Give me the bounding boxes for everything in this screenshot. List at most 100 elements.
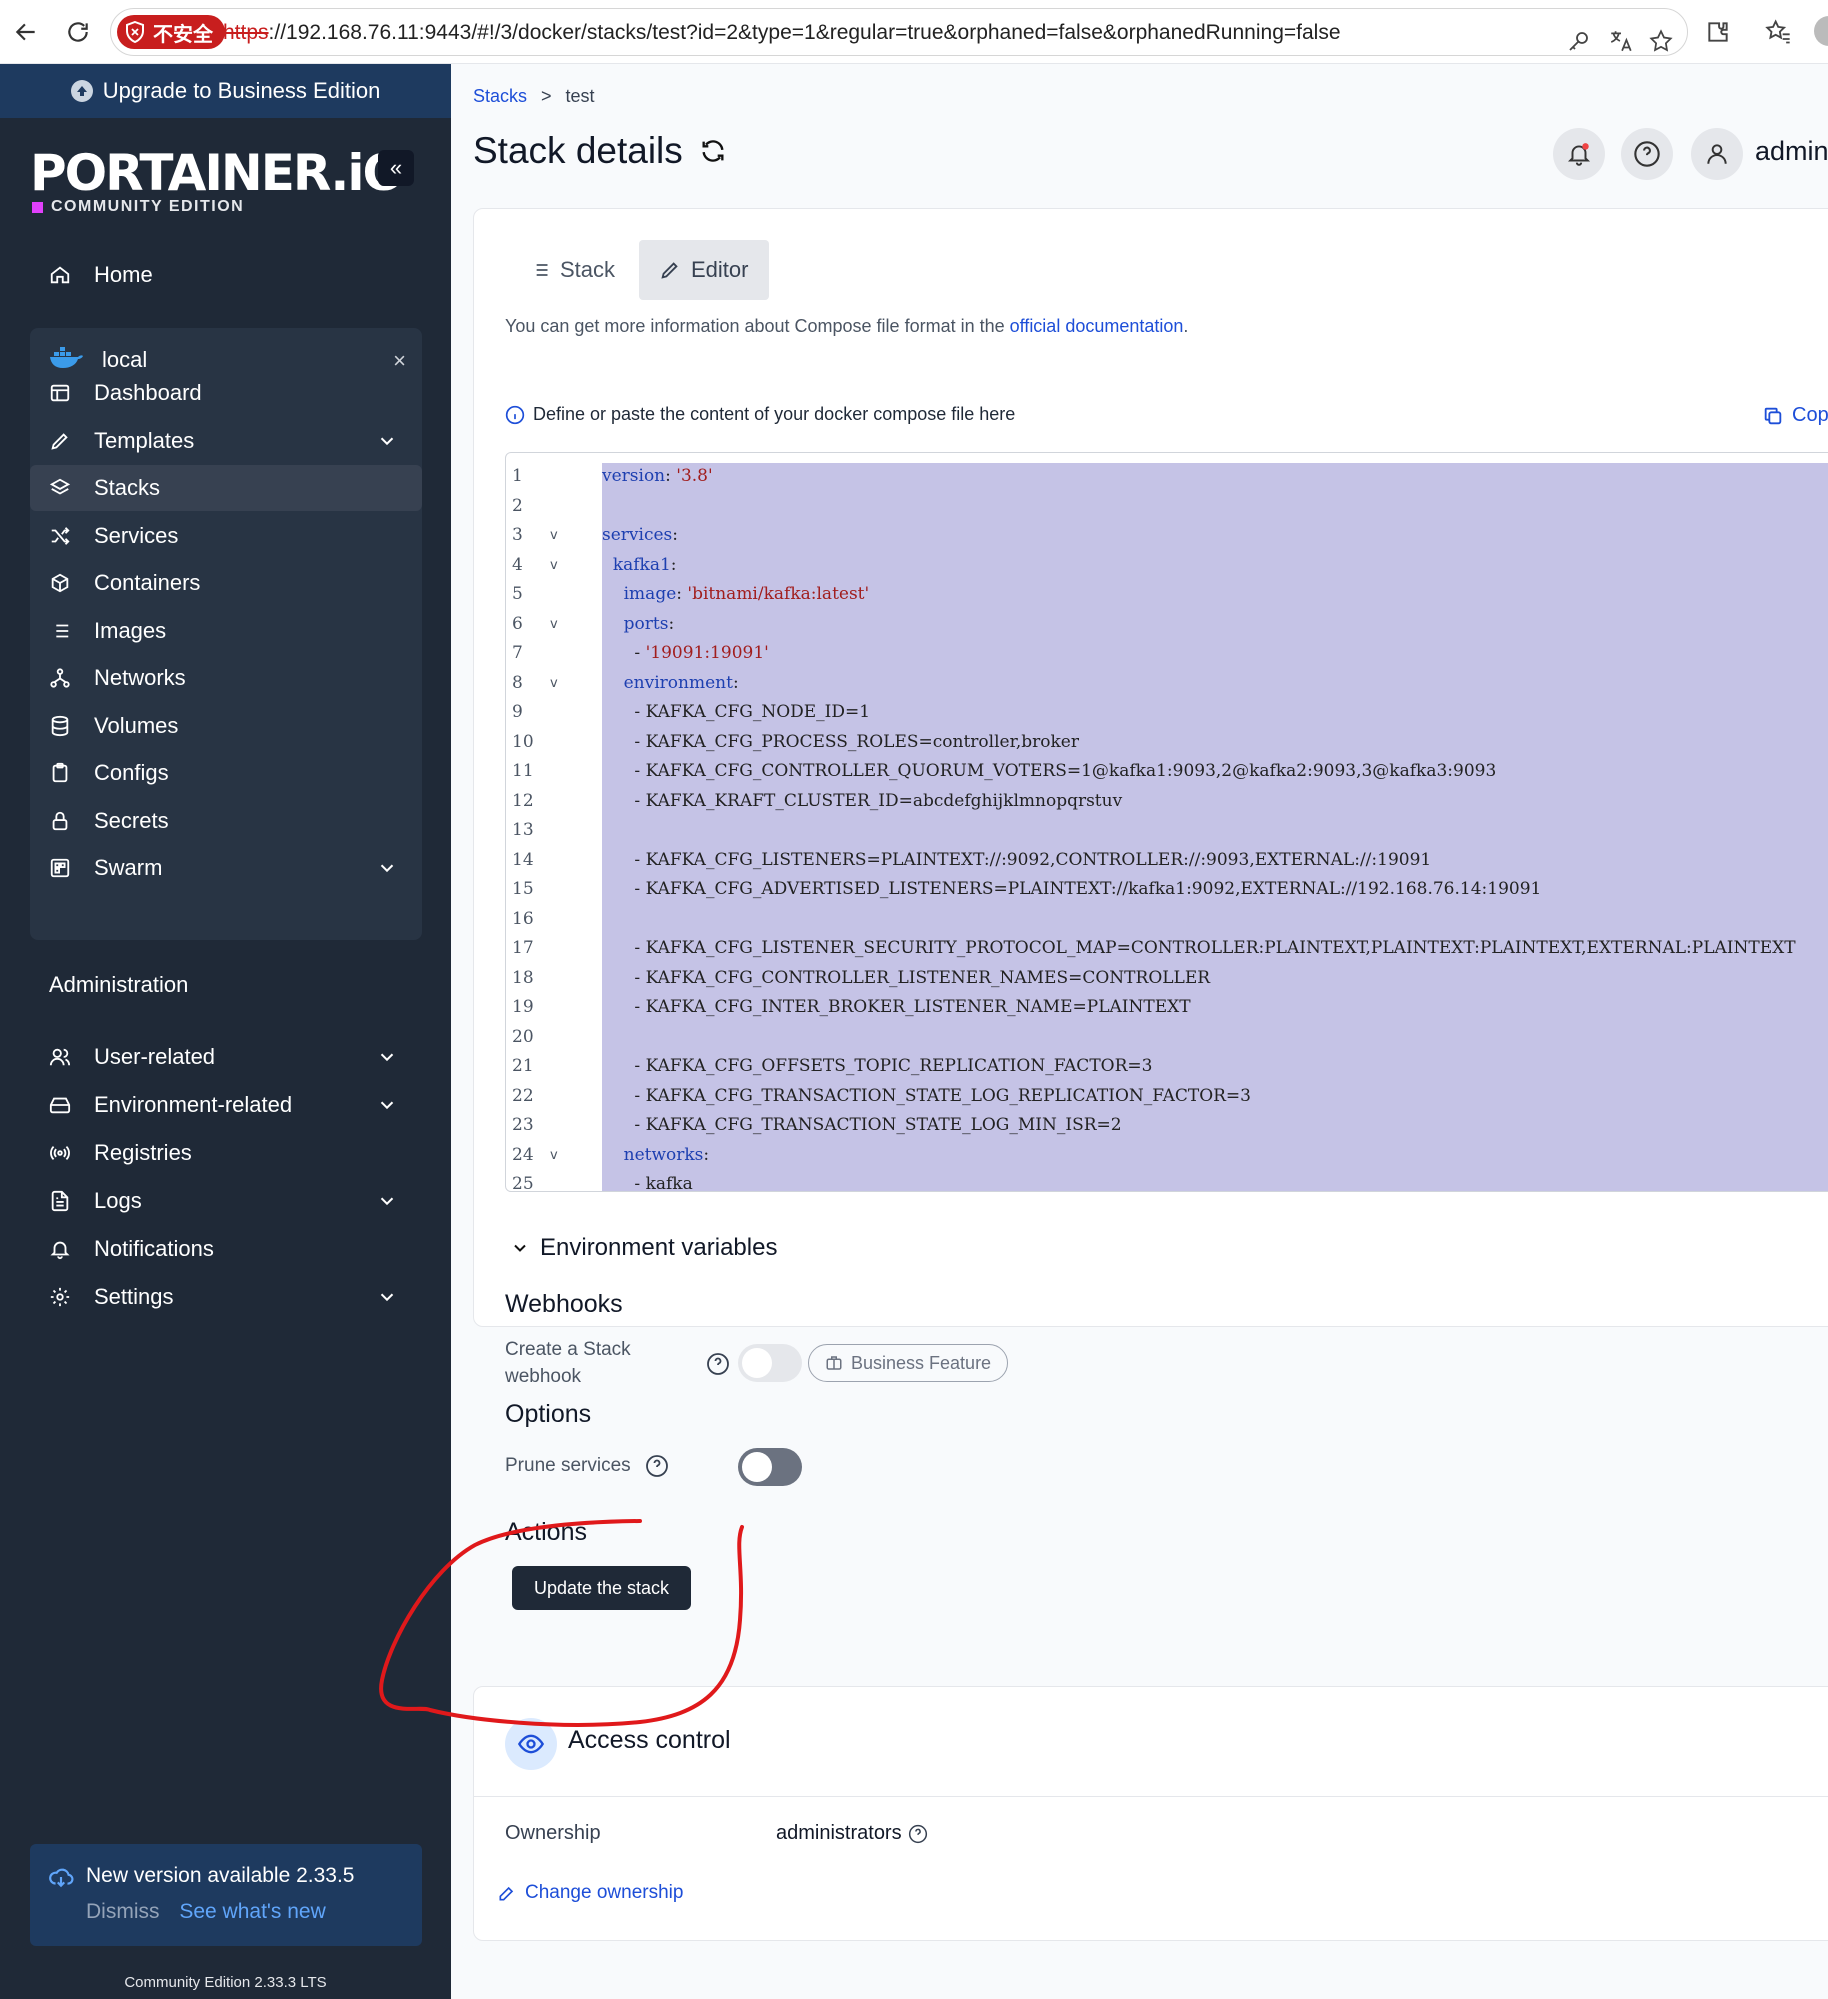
code-line[interactable]: 13 bbox=[506, 817, 1828, 846]
official-documentation-link[interactable]: official documentation bbox=[1010, 316, 1184, 336]
fold-chevron-icon[interactable]: v bbox=[550, 676, 558, 691]
sidebar-item-stacks[interactable]: Stacks bbox=[30, 465, 422, 511]
portainer-logo[interactable]: PORTAINER.iO bbox=[30, 144, 405, 202]
code-line[interactable]: 14 - KAFKA_CFG_LISTENERS=PLAINTEXT://:90… bbox=[506, 847, 1828, 876]
sidebar-item-dashboard[interactable]: Dashboard bbox=[30, 370, 422, 416]
ownership-label: Ownership bbox=[505, 1822, 601, 1844]
translate-icon[interactable] bbox=[1601, 21, 1641, 61]
code-line[interactable]: 15 - KAFKA_CFG_ADVERTISED_LISTENERS=PLAI… bbox=[506, 876, 1828, 905]
define-compose-hint: Define or paste the content of your dock… bbox=[505, 404, 1015, 425]
sidebar-item-templates[interactable]: Templates bbox=[30, 418, 422, 464]
code-line[interactable]: 6 v ports: bbox=[506, 611, 1828, 640]
code-line[interactable]: 23 - KAFKA_CFG_TRANSACTION_STATE_LOG_MIN… bbox=[506, 1112, 1828, 1141]
info-icon bbox=[505, 405, 525, 424]
help-button[interactable] bbox=[1621, 128, 1673, 180]
tab-stack[interactable]: Stack bbox=[510, 240, 635, 300]
fold-chevron-icon[interactable]: v bbox=[550, 617, 558, 632]
sidebar-item-environment-related[interactable]: Environment-related bbox=[30, 1082, 422, 1128]
sidebar-item-secrets[interactable]: Secrets bbox=[30, 798, 422, 844]
url-text[interactable]: https://192.168.76.11:9443/#!/3/docker/s… bbox=[223, 21, 1341, 45]
code-line[interactable]: 9 - KAFKA_CFG_NODE_ID=1 bbox=[506, 699, 1828, 728]
environment-variables-toggle[interactable]: Environment variables bbox=[510, 1234, 777, 1262]
sidebar-item-label: Stacks bbox=[94, 475, 161, 500]
sidebar-item-registries[interactable]: Registries bbox=[30, 1130, 422, 1176]
code-line[interactable]: 5 image: 'bitnami/kafka:latest' bbox=[506, 581, 1828, 610]
code-indent: - bbox=[602, 938, 646, 958]
chevron-down-icon[interactable] bbox=[376, 430, 398, 452]
chevron-down-icon[interactable] bbox=[376, 1046, 398, 1068]
sidebar-item-logs[interactable]: Logs bbox=[30, 1178, 422, 1224]
help-circle-icon[interactable] bbox=[908, 1824, 928, 1844]
whats-new-link[interactable]: See what's new bbox=[179, 1900, 325, 1923]
key-icon[interactable] bbox=[1559, 21, 1599, 61]
compose-editor[interactable]: 1 version: '3.8' 2 3 v services: 4 v kafka1: 5 i… bbox=[505, 452, 1828, 1192]
profile-avatar[interactable] bbox=[1814, 16, 1828, 46]
bookmark-star-icon[interactable] bbox=[1641, 21, 1681, 61]
code-line[interactable]: 16 bbox=[506, 906, 1828, 935]
insecure-badge[interactable]: 不安全 bbox=[117, 15, 225, 49]
change-ownership-link[interactable]: Change ownership bbox=[497, 1882, 683, 1904]
sidebar-item-networks[interactable]: Networks bbox=[30, 655, 422, 701]
extensions-icon[interactable] bbox=[1698, 12, 1738, 52]
code-line[interactable]: 18 - KAFKA_CFG_CONTROLLER_LISTENER_NAMES… bbox=[506, 965, 1828, 994]
sidebar-item-settings[interactable]: Settings bbox=[30, 1274, 422, 1320]
code-text: - KAFKA_CFG_PROCESS_ROLES=controller,bro… bbox=[602, 732, 1079, 752]
user-name[interactable]: admin bbox=[1755, 136, 1828, 167]
sidebar-item-home[interactable]: Home bbox=[30, 252, 422, 298]
business-feature-badge[interactable]: Business Feature bbox=[808, 1344, 1009, 1382]
back-icon[interactable] bbox=[6, 12, 46, 52]
code-line[interactable]: 10 - KAFKA_CFG_PROCESS_ROLES=controller,… bbox=[506, 729, 1828, 758]
code-line[interactable]: 8 v environment: bbox=[506, 670, 1828, 699]
favorites-icon[interactable] bbox=[1758, 12, 1798, 52]
code-line[interactable]: 17 - KAFKA_CFG_LISTENER_SECURITY_PROTOCO… bbox=[506, 935, 1828, 964]
sidebar-item-images[interactable]: Images bbox=[30, 608, 422, 654]
line-number: 18 bbox=[512, 967, 534, 988]
breadcrumb-stacks-link[interactable]: Stacks bbox=[473, 86, 527, 107]
tab-editor[interactable]: Editor bbox=[639, 240, 769, 300]
webhook-label: Create a Stack webhook bbox=[505, 1336, 631, 1390]
sidebar-item-services[interactable]: Services bbox=[30, 513, 422, 559]
copy-button[interactable]: Cop bbox=[1762, 404, 1828, 427]
sidebar-item-configs[interactable]: Configs bbox=[30, 750, 422, 796]
code-line[interactable]: 7 - '19091:19091' bbox=[506, 640, 1828, 669]
code-line[interactable]: 24 v networks: bbox=[506, 1142, 1828, 1171]
sidebar-item-user-related[interactable]: User-related bbox=[30, 1034, 422, 1080]
code-line[interactable]: 2 bbox=[506, 493, 1828, 522]
code-line[interactable]: 12 - KAFKA_KRAFT_CLUSTER_ID=abcdefghijkl… bbox=[506, 788, 1828, 817]
sidebar-item-volumes[interactable]: Volumes bbox=[30, 703, 422, 749]
code-line[interactable]: 11 - KAFKA_CFG_CONTROLLER_QUORUM_VOTERS=… bbox=[506, 758, 1828, 787]
update-stack-button[interactable]: Update the stack bbox=[512, 1566, 691, 1610]
code-sep: : bbox=[672, 525, 678, 545]
chevron-down-icon[interactable] bbox=[376, 1094, 398, 1116]
code-line[interactable]: 25 - kafka bbox=[506, 1171, 1828, 1191]
address-bar[interactable]: 不安全 https://192.168.76.11:9443/#!/3/dock… bbox=[110, 8, 1688, 56]
upgrade-label: Upgrade to Business Edition bbox=[102, 78, 381, 103]
notifications-button[interactable] bbox=[1553, 128, 1605, 180]
sidebar-item-swarm[interactable]: Swarm bbox=[30, 845, 422, 891]
reload-icon[interactable] bbox=[58, 12, 98, 52]
code-line[interactable]: 21 - KAFKA_CFG_OFFSETS_TOPIC_REPLICATION… bbox=[506, 1053, 1828, 1082]
user-menu-button[interactable] bbox=[1691, 128, 1743, 180]
dismiss-link[interactable]: Dismiss bbox=[86, 1900, 160, 1923]
code-line[interactable]: 20 bbox=[506, 1024, 1828, 1053]
collapse-sidebar-button[interactable]: « bbox=[378, 150, 414, 186]
chevron-down-icon[interactable] bbox=[376, 857, 398, 879]
code-line[interactable]: 1 version: '3.8' bbox=[506, 463, 1828, 492]
code-line[interactable]: 22 - KAFKA_CFG_TRANSACTION_STATE_LOG_REP… bbox=[506, 1083, 1828, 1112]
code-line[interactable]: 3 v services: bbox=[506, 522, 1828, 551]
stack-webhook-toggle[interactable] bbox=[738, 1344, 802, 1382]
chevron-down-icon[interactable] bbox=[376, 1286, 398, 1308]
fold-chevron-icon[interactable]: v bbox=[550, 558, 558, 573]
sidebar-item-containers[interactable]: Containers bbox=[30, 560, 422, 606]
help-circle-icon[interactable] bbox=[645, 1454, 669, 1478]
prune-services-toggle[interactable] bbox=[738, 1448, 802, 1486]
upgrade-banner[interactable]: Upgrade to Business Edition bbox=[0, 64, 451, 118]
sidebar-item-notifications[interactable]: Notifications bbox=[30, 1226, 422, 1272]
code-line[interactable]: 4 v kafka1: bbox=[506, 552, 1828, 581]
fold-chevron-icon[interactable]: v bbox=[550, 528, 558, 543]
fold-chevron-icon[interactable]: v bbox=[550, 1148, 558, 1163]
help-circle-icon[interactable] bbox=[706, 1352, 730, 1376]
refresh-icon[interactable] bbox=[699, 137, 727, 165]
code-line[interactable]: 19 - KAFKA_CFG_INTER_BROKER_LISTENER_NAM… bbox=[506, 994, 1828, 1023]
chevron-down-icon[interactable] bbox=[376, 1190, 398, 1212]
